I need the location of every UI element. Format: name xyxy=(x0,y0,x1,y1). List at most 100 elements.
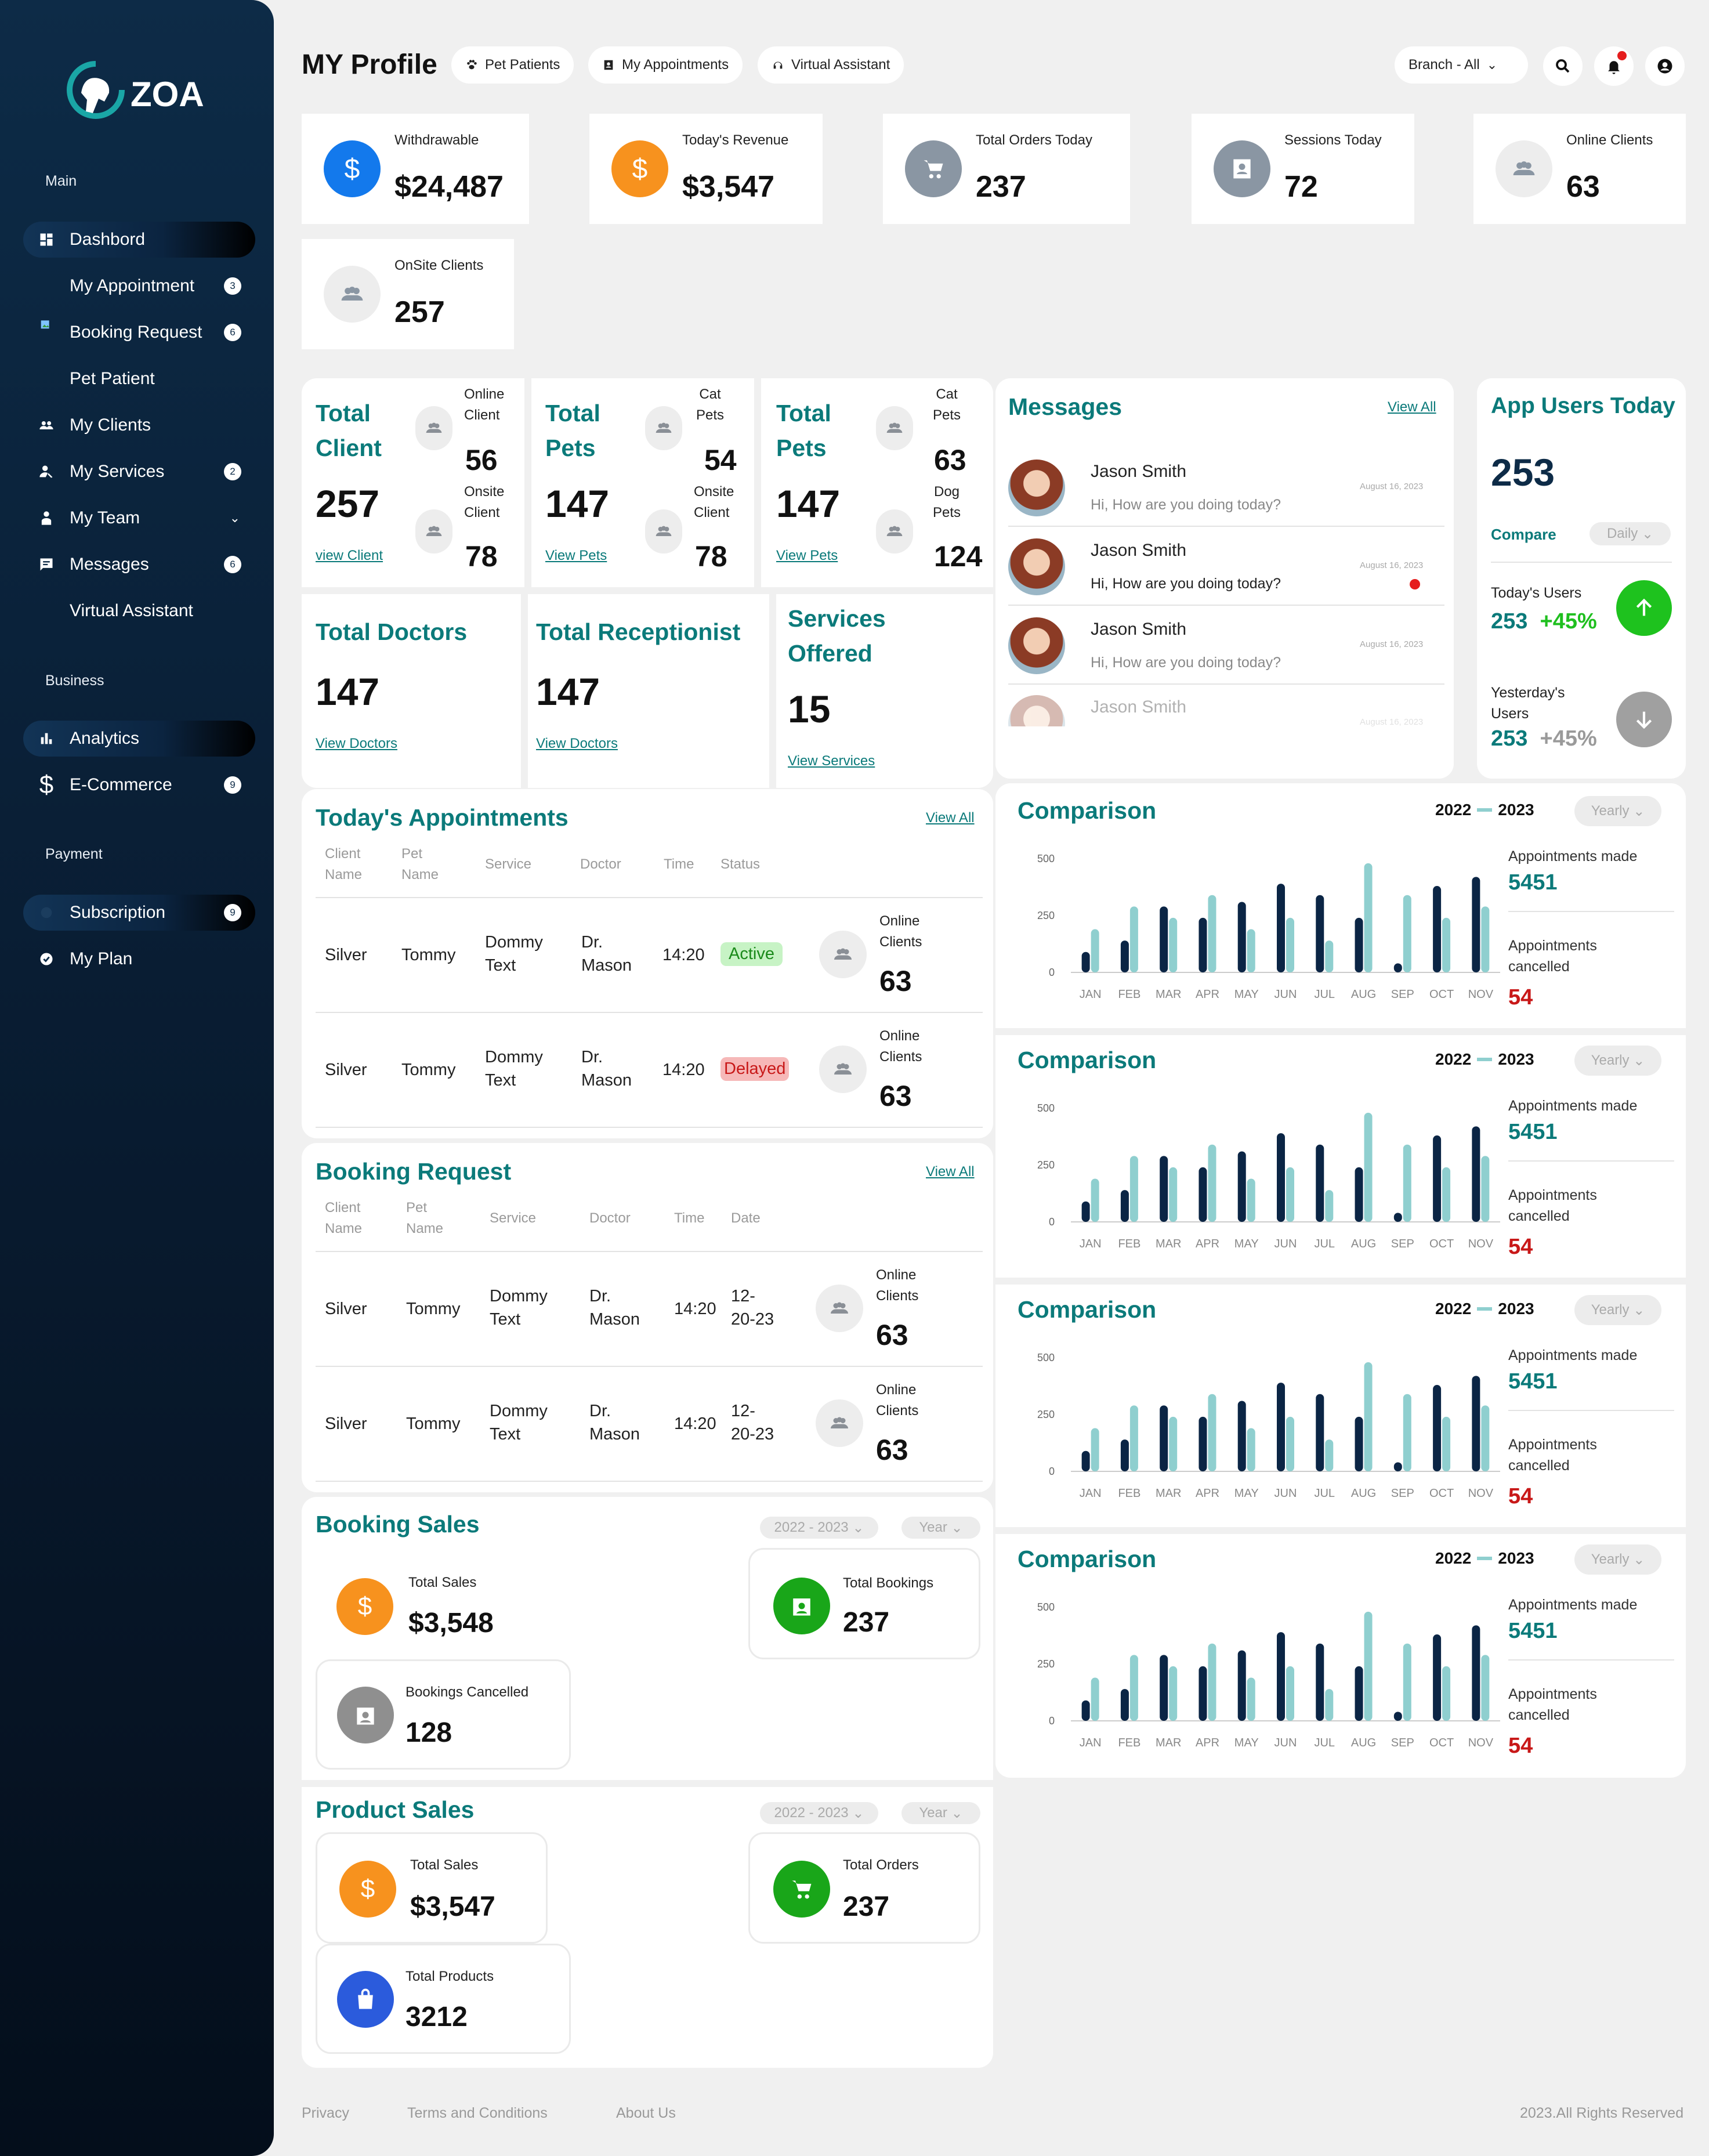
bar-2022-nov xyxy=(1472,1625,1480,1721)
table-row[interactable]: Silver Tommy Dommy Text Dr. Mason 14:20 12… xyxy=(302,1252,993,1366)
year-range[interactable]: 2022 2023 xyxy=(1435,1300,1534,1318)
bar-2023-may xyxy=(1247,1677,1255,1721)
chevron-down-icon: ⌄ xyxy=(1486,57,1498,72)
period-select[interactable]: Year ⌄ xyxy=(901,1517,980,1539)
x-tick-label: JUL xyxy=(1314,1737,1335,1749)
bar-2022-jul xyxy=(1316,1643,1324,1721)
notifications-button[interactable] xyxy=(1594,46,1634,86)
sidebar-item-my-plan[interactable]: My Plan xyxy=(23,941,255,977)
year-b: 2023 xyxy=(1498,1050,1534,1068)
year-range[interactable]: 2022 2023 xyxy=(1435,1549,1534,1568)
view-doctors-link[interactable]: View Doctors xyxy=(536,736,618,752)
range-dash-icon xyxy=(1477,1557,1493,1560)
message-sender: Jason Smith xyxy=(1091,462,1187,481)
total-pets-title: Total Pets xyxy=(776,400,831,461)
sidebar-item-subscription[interactable]: Subscription 9 xyxy=(23,895,255,931)
sidebar-item-messages[interactable]: Messages 6 xyxy=(23,547,255,583)
footer-link-privacy[interactable]: Privacy xyxy=(302,2105,349,2122)
sidebar-item-label: Subscription xyxy=(70,903,166,922)
message-sender: Jason Smith xyxy=(1091,620,1187,639)
chevron-down-icon[interactable]: ⌄ xyxy=(230,511,240,526)
view-all-appointments-link[interactable]: View All xyxy=(926,810,975,826)
bar-2023-jul xyxy=(1325,940,1334,972)
footer-link-terms[interactable]: Terms and Conditions xyxy=(407,2105,548,2122)
bar-2022-oct xyxy=(1433,886,1442,972)
logo[interactable]: ZOA xyxy=(64,58,220,128)
bar-2022-may xyxy=(1237,1401,1246,1471)
period-select[interactable]: Year ⌄ xyxy=(901,1802,980,1824)
sidebar-item-dashboard[interactable]: Dashbord xyxy=(23,222,255,258)
bar-2023-oct xyxy=(1442,917,1451,972)
list-item[interactable]: Jason Smith Hi, How are you doing today?… xyxy=(995,529,1454,606)
chevron-down-icon: ⌄ xyxy=(951,1805,963,1821)
sidebar-item-my-services[interactable]: My Services 2 xyxy=(23,454,255,490)
list-item[interactable]: Jason Smith Hi, How are you doing today?… xyxy=(995,450,1454,527)
x-tick-label: APR xyxy=(1196,1238,1219,1250)
comparison-bar-chart: 0 250 500 JAN FEB MAR APR MAY JUN JUL AUG SEP OCT NOV xyxy=(1037,1102,1500,1250)
bar-2023-may xyxy=(1247,1178,1255,1222)
period-select[interactable]: Yearly ⌄ xyxy=(1574,796,1661,826)
period-select[interactable]: Daily ⌄ xyxy=(1589,522,1671,545)
view-pets-link[interactable]: View Pets xyxy=(545,548,607,564)
period-select[interactable]: Yearly ⌄ xyxy=(1574,1046,1661,1076)
x-tick-label: JAN xyxy=(1080,988,1102,1001)
view-services-link[interactable]: View Services xyxy=(788,753,875,769)
profile-button[interactable] xyxy=(1645,46,1685,86)
year-range[interactable]: 2022 2023 xyxy=(1435,801,1534,819)
bar-2023-sep xyxy=(1403,1394,1411,1471)
sidebar-item-my-appointment[interactable]: My Appointment 3 xyxy=(23,268,255,304)
footer-copyright: 2023.All Rights Reserved xyxy=(1520,2105,1684,2121)
sidebar-item-booking-request[interactable]: Booking Request 6 xyxy=(23,314,255,350)
range-select[interactable]: 2022 - 2023 ⌄ xyxy=(760,1802,878,1824)
x-tick-label: MAR xyxy=(1156,1487,1181,1500)
total-doctors-value: 147 xyxy=(316,670,380,713)
sidebar-item-e-commerce[interactable]: $ E-Commerce 9 xyxy=(23,767,255,803)
bar-2022-may xyxy=(1237,902,1246,972)
divider xyxy=(302,587,993,594)
bar-2022-mar xyxy=(1160,1156,1168,1222)
doctor: Dr. Mason xyxy=(589,1402,640,1444)
list-item[interactable]: Jason Smith Hi, How are you doing today?… xyxy=(995,608,1454,685)
tab-pet-patients[interactable]: Pet Patients xyxy=(451,46,574,84)
badge-icon xyxy=(1214,140,1270,197)
sidebar-item-my-team[interactable]: My Team ⌄ xyxy=(23,500,255,536)
range-select[interactable]: 2022 - 2023 ⌄ xyxy=(760,1517,878,1539)
sidebar-item-virtual-assistant[interactable]: Virtual Assistant xyxy=(23,593,255,629)
year-range[interactable]: 2022 2023 xyxy=(1435,1050,1534,1069)
period-select[interactable]: Yearly ⌄ xyxy=(1574,1295,1661,1325)
view-all-messages-link[interactable]: View All xyxy=(1388,399,1436,415)
unread-dot xyxy=(1410,579,1420,589)
bar-2023-apr xyxy=(1208,895,1216,972)
x-tick-label: JUL xyxy=(1314,1487,1335,1500)
search-button[interactable] xyxy=(1543,46,1583,86)
tab-label: Virtual Assistant xyxy=(791,57,890,73)
messages-icon xyxy=(23,556,70,573)
view-client-link[interactable]: view Client xyxy=(316,548,383,564)
footer-link-about[interactable]: About Us xyxy=(616,2105,676,2122)
x-tick-label: JUL xyxy=(1314,988,1335,1001)
x-tick-label: NOV xyxy=(1468,1487,1494,1500)
view-pets-link[interactable]: View Pets xyxy=(776,548,838,564)
period-select[interactable]: Yearly ⌄ xyxy=(1574,1544,1661,1575)
bar-2022-mar xyxy=(1160,906,1168,972)
tab-my-appointments[interactable]: My Appointments xyxy=(588,46,743,84)
x-tick-label: SEP xyxy=(1391,1487,1414,1500)
count-badge: 2 xyxy=(224,463,241,480)
table-row[interactable]: Silver Tommy Dommy Text Dr. Mason 14:20 Ac… xyxy=(302,898,993,1012)
table-row[interactable]: Silver Tommy Dommy Text Dr. Mason 14:20 12… xyxy=(302,1367,993,1481)
view-all-bookings-link[interactable]: View All xyxy=(926,1164,975,1180)
bar-2022-jun xyxy=(1277,1133,1285,1222)
view-doctors-link[interactable]: View Doctors xyxy=(316,736,397,752)
divider xyxy=(754,378,761,587)
comparison-bar-chart: 0 250 500 JAN FEB MAR APR MAY JUN JUL AUG SEP OCT NOV xyxy=(1037,1601,1500,1749)
sidebar-item-my-clients[interactable]: My Clients xyxy=(23,407,255,443)
message-date: August 16, 2023 xyxy=(1360,560,1424,570)
tab-virtual-assistant[interactable]: Virtual Assistant xyxy=(758,46,904,84)
y-tick-label: 0 xyxy=(1049,1466,1055,1477)
sidebar-item-pet-patient[interactable]: Pet Patient xyxy=(23,361,255,397)
sidebar-item-analytics[interactable]: Analytics xyxy=(23,721,255,757)
table-row[interactable]: Silver Tommy Dommy Text Dr. Mason 14:20 De… xyxy=(302,1013,993,1127)
service: Dommy Text xyxy=(490,1402,548,1444)
branch-select[interactable]: Branch - All ⌄ xyxy=(1395,46,1528,84)
x-tick-label: JUN xyxy=(1274,1487,1297,1500)
